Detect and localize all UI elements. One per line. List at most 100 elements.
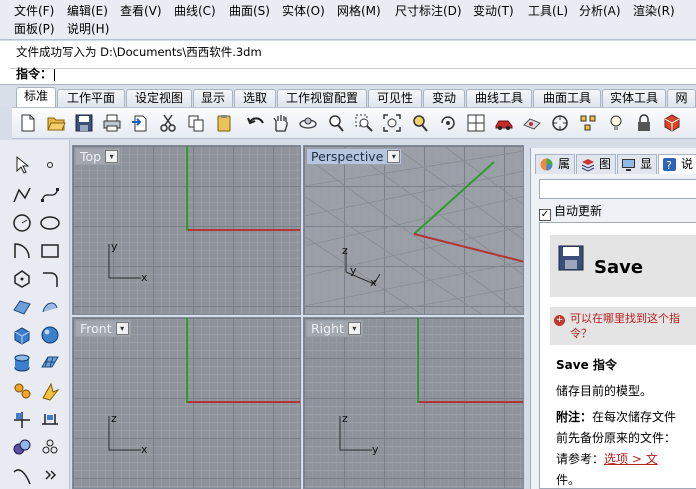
- box-icon[interactable]: [8, 322, 36, 348]
- car-render-icon[interactable]: [492, 111, 516, 135]
- viewport-title[interactable]: Front ▾: [75, 320, 131, 337]
- paste-icon[interactable]: [212, 111, 236, 135]
- light-bulb-icon[interactable]: [604, 111, 628, 135]
- menu-mesh[interactable]: 网格(M): [337, 2, 381, 20]
- viewport-title[interactable]: Perspective ▾: [306, 148, 403, 165]
- viewport-front[interactable]: x z Front ▾: [72, 317, 301, 489]
- menu-solid[interactable]: 实体(O): [282, 2, 325, 20]
- find-command-link[interactable]: 可以在哪里找到这个指令？: [570, 311, 690, 341]
- options-link[interactable]: 选项 > 文: [604, 452, 658, 466]
- dropdown-icon[interactable]: ▾: [115, 322, 129, 335]
- tab-cplane[interactable]: 工作平面: [57, 89, 125, 107]
- zoom-selected-icon[interactable]: [408, 111, 432, 135]
- rectangle-icon[interactable]: [36, 238, 64, 264]
- copy-icon[interactable]: [184, 111, 208, 135]
- tab-set-view[interactable]: 设定视图: [126, 89, 192, 107]
- tab-mesh[interactable]: 网: [667, 89, 696, 107]
- cylinder-icon[interactable]: [8, 350, 36, 376]
- sphere-icon[interactable]: [36, 322, 64, 348]
- circle-icon[interactable]: [8, 210, 36, 236]
- viewport-perspective[interactable]: z y x Perspective ▾: [303, 145, 524, 315]
- viewport-top[interactable]: x y Top ▾: [72, 145, 301, 315]
- menu-file[interactable]: 文件(F): [14, 2, 54, 20]
- tab-display[interactable]: 显示: [193, 89, 233, 107]
- command-prompt[interactable]: 指令：: [16, 65, 56, 83]
- menu-curve[interactable]: 曲线(C): [174, 2, 216, 20]
- select-arrow-icon[interactable]: [8, 152, 36, 178]
- tab-viewport-layout[interactable]: 工作视窗配置: [277, 89, 367, 107]
- polygon-icon[interactable]: [8, 266, 36, 292]
- panel-tab-properties[interactable]: 属: [535, 154, 575, 174]
- curvature-icon[interactable]: [36, 434, 64, 460]
- print-icon[interactable]: [100, 111, 124, 135]
- menu-dimension[interactable]: 尺寸标注(D): [395, 2, 462, 20]
- auto-update-checkbox[interactable]: ✓ 自动更新: [539, 203, 602, 221]
- four-viewports-icon[interactable]: [464, 111, 488, 135]
- menu-view[interactable]: 查看(V): [120, 2, 162, 20]
- tab-standard[interactable]: 标准: [16, 87, 56, 107]
- lock-icon[interactable]: [632, 111, 656, 135]
- render-preview-icon[interactable]: [520, 111, 544, 135]
- menu-edit[interactable]: 编辑(E): [67, 2, 108, 20]
- menu-help[interactable]: 说明(H): [67, 20, 109, 38]
- circle-select-icon[interactable]: [548, 111, 572, 135]
- curve-points-icon[interactable]: [36, 182, 64, 208]
- menu-tools[interactable]: 工具(L): [528, 2, 568, 20]
- shade-icon[interactable]: [660, 111, 684, 135]
- patch-icon[interactable]: [36, 294, 64, 320]
- panel-tab-help[interactable]: ? 说: [658, 154, 696, 174]
- checkbox-icon[interactable]: ✓: [539, 209, 551, 221]
- standard-toolbar: [12, 107, 696, 139]
- viewport-title[interactable]: Top ▾: [75, 148, 121, 165]
- zoom-icon[interactable]: [324, 111, 348, 135]
- viewport-title[interactable]: Right ▾: [306, 320, 363, 337]
- save-icon[interactable]: [72, 111, 96, 135]
- new-file-icon[interactable]: [16, 111, 40, 135]
- z-axis-line: [417, 318, 419, 403]
- dimension-icon[interactable]: [36, 406, 64, 432]
- find-command-box[interactable]: + 可以在哪里找到这个指令？: [550, 307, 696, 345]
- pan-hand-icon[interactable]: [268, 111, 292, 135]
- cut-icon[interactable]: [156, 111, 180, 135]
- tab-curve-tools[interactable]: 曲线工具: [466, 89, 532, 107]
- freeform-curve-icon[interactable]: [8, 462, 36, 488]
- tab-solid-tools[interactable]: 实体工具: [602, 89, 666, 107]
- menu-transform[interactable]: 变动(T): [473, 2, 514, 20]
- surface-edge-icon[interactable]: [8, 294, 36, 320]
- fillet-icon[interactable]: [36, 266, 64, 292]
- ellipse-icon[interactable]: [36, 210, 64, 236]
- mesh-icon[interactable]: [36, 350, 64, 376]
- point-icon[interactable]: [36, 152, 64, 178]
- polyline-icon[interactable]: [8, 182, 36, 208]
- dropdown-icon[interactable]: ▾: [387, 150, 401, 163]
- viewport-right[interactable]: y z Right ▾: [303, 317, 524, 489]
- tab-select[interactable]: 选取: [234, 89, 276, 107]
- zoom-extents-icon[interactable]: [380, 111, 404, 135]
- dropdown-icon[interactable]: ▾: [105, 150, 119, 163]
- panel-tab-layers[interactable]: 图: [576, 154, 616, 174]
- panel-search-input[interactable]: [539, 179, 696, 199]
- menu-render[interactable]: 渲染(R): [633, 2, 675, 20]
- analyze-icon[interactable]: [8, 434, 36, 460]
- menu-surface[interactable]: 曲面(S): [229, 2, 270, 20]
- menu-analyze[interactable]: 分析(A): [579, 2, 621, 20]
- boolean-icon[interactable]: [36, 378, 64, 404]
- undo-icon[interactable]: [244, 111, 268, 135]
- more-tools-icon[interactable]: [36, 462, 64, 488]
- open-folder-icon[interactable]: [44, 111, 68, 135]
- tab-surface-tools[interactable]: 曲面工具: [533, 89, 601, 107]
- tab-visibility[interactable]: 可见性: [368, 89, 422, 107]
- dropdown-icon[interactable]: ▾: [347, 322, 361, 335]
- select-points-icon[interactable]: [576, 111, 600, 135]
- menu-panels[interactable]: 面板(P): [14, 20, 55, 38]
- transform-move-icon[interactable]: [8, 406, 36, 432]
- panel-tab-display[interactable]: 显: [617, 154, 657, 174]
- arc-icon[interactable]: [8, 238, 36, 264]
- zoom-target-icon[interactable]: [436, 111, 460, 135]
- rotate-view-icon[interactable]: [296, 111, 320, 135]
- explode-icon[interactable]: [8, 378, 36, 404]
- zoom-window-icon[interactable]: [352, 111, 376, 135]
- expand-icon[interactable]: +: [554, 315, 565, 326]
- import-icon[interactable]: [128, 111, 152, 135]
- tab-transform[interactable]: 变动: [423, 89, 465, 107]
